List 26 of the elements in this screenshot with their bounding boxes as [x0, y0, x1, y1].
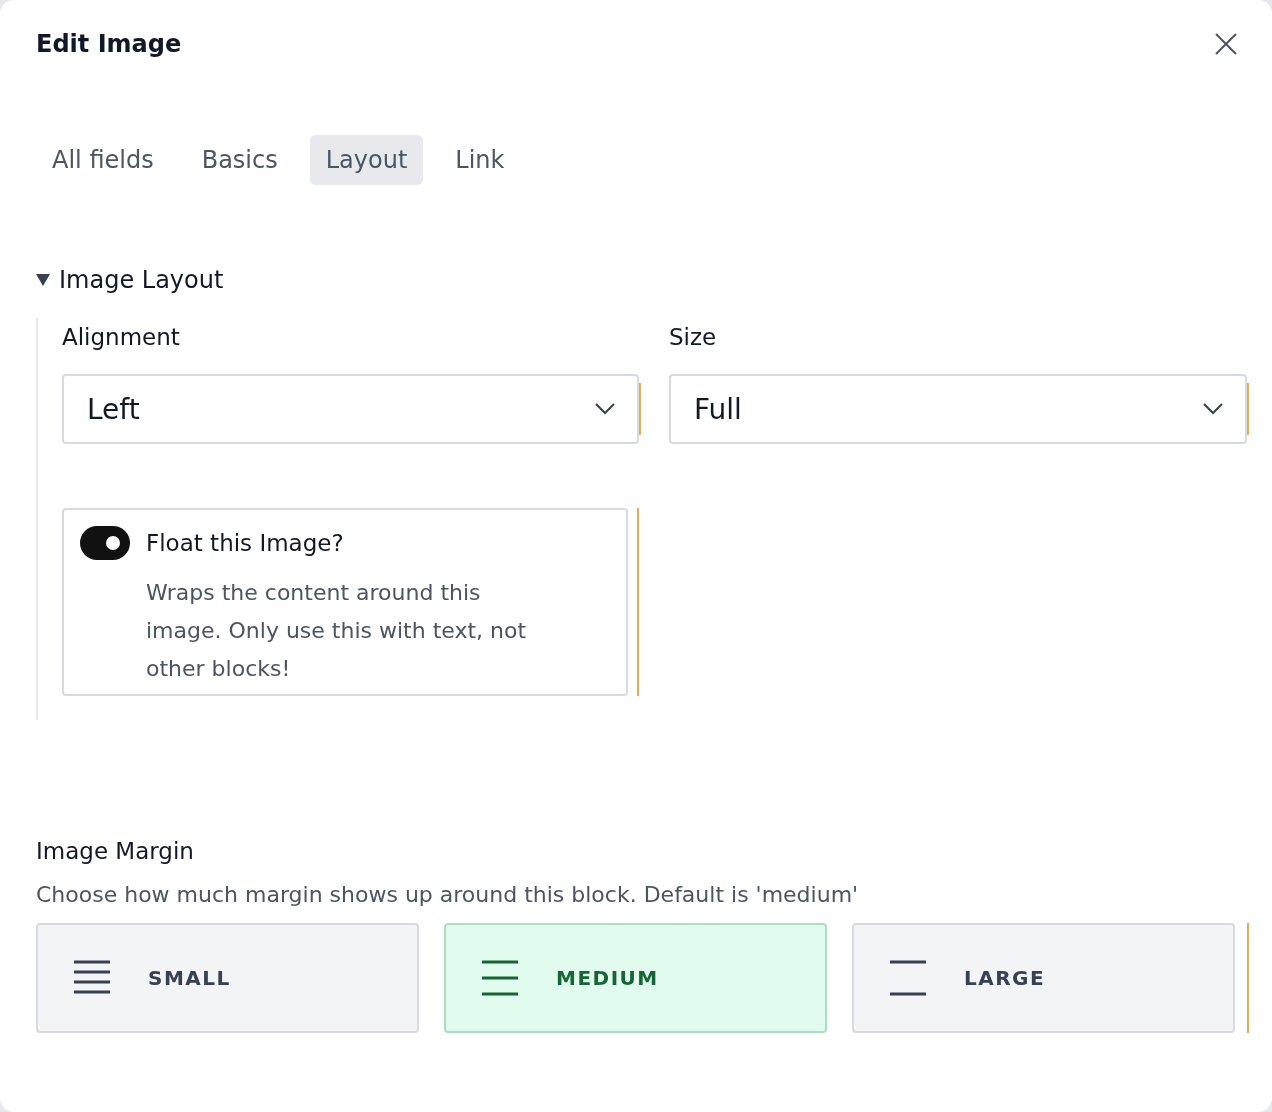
help-text: Wraps the content around this image. Only use this with text, not other blocks! — [146, 579, 528, 683]
select-field[interactable]: Left — [62, 374, 639, 444]
field-label: Image Margin — [36, 838, 195, 864]
margin-option[interactable]: LARGE — [852, 923, 1235, 1033]
section-toggle[interactable]: Image Layout — [36, 266, 224, 294]
select-field[interactable]: Full — [669, 374, 1247, 444]
margin-option[interactable]: SMALL — [36, 923, 419, 1033]
close-icon — [1214, 32, 1238, 56]
tab[interactable]: Layout — [309, 135, 424, 185]
close-button[interactable] — [1214, 32, 1238, 56]
tab[interactable]: Basics — [185, 135, 294, 185]
field-label: Size — [669, 324, 718, 352]
dialog-title: Edit Image — [36, 30, 182, 58]
lines-icon — [74, 960, 110, 996]
triangle-icon — [36, 274, 50, 286]
margin-option[interactable]: MEDIUM — [444, 923, 827, 1033]
tab[interactable]: Link — [439, 135, 521, 185]
help-text: Choose how much margin shows up around this block. Default is 'medium' — [36, 882, 860, 907]
tab[interactable]: All fields — [36, 135, 170, 185]
lines-icon — [482, 960, 518, 996]
chevron-down-icon — [595, 403, 615, 415]
toggle-switch[interactable] — [80, 526, 130, 560]
chevron-down-icon — [1203, 403, 1223, 415]
lines-icon — [890, 960, 926, 996]
field-label: Alignment — [62, 324, 181, 352]
toggle-label: Float this Image? — [146, 530, 344, 556]
